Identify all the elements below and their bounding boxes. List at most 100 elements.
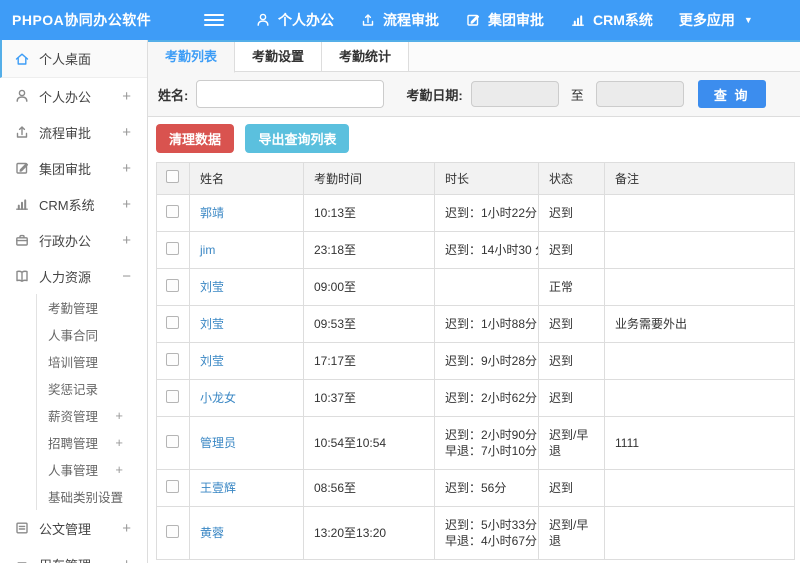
collapse-icon[interactable]: − (122, 268, 131, 285)
date-from-input[interactable] (470, 81, 559, 107)
sidebar-subitem-薪资管理[interactable]: 薪资管理 + (37, 402, 147, 429)
row-checkbox[interactable] (166, 389, 179, 403)
expand-icon[interactable]: + (122, 520, 131, 537)
row-checkbox[interactable] (166, 315, 179, 329)
name-filter-input[interactable] (196, 80, 385, 108)
table-row: jim 23:18至 迟到：14小时30 分迟到 (156, 231, 795, 269)
table-row: 刘莹 09:00至 正常 (156, 268, 795, 306)
sidebar-subitem-基础类别设置[interactable]: 基础类别设置 + (37, 483, 147, 510)
row-checkbox[interactable] (166, 434, 179, 448)
expand-icon[interactable]: + (122, 88, 131, 105)
sidebar-subitem-label: 人事管理 (48, 464, 99, 478)
status-badge: 迟到 (538, 231, 605, 269)
top-nav-item-4[interactable]: CRM系统 (570, 10, 653, 30)
sidebar-item-人力资源[interactable]: 人力资源 − (0, 258, 147, 294)
employee-name-link[interactable]: 刘莹 (189, 342, 304, 380)
sidebar-subitem-奖惩记录[interactable]: 奖惩记录 (37, 375, 147, 402)
attendance-table: 姓名 考勤时间 时长 状态 备注 郭靖 10:13至 迟到：1小时22分 迟到 jim 23:18… (156, 162, 795, 560)
tab-考勤列表[interactable]: 考勤列表 (148, 42, 236, 73)
duration: 迟到：14小时30 分 (434, 231, 539, 269)
expand-icon[interactable]: + (122, 124, 131, 141)
date-to-label: 至 (570, 87, 584, 103)
attendance-time: 10:13至 (303, 194, 435, 232)
expand-icon[interactable]: + (122, 160, 131, 177)
employee-name-link[interactable]: 小龙女 (189, 379, 304, 417)
sidebar-subitem-label: 基础类别设置 (48, 491, 124, 505)
sidebar-subitem-考勤管理[interactable]: 考勤管理 (37, 294, 147, 321)
table-row: 黄蓉 13:20至13:20 迟到：5小时33分 早退：4小时67分 迟到/早退 (156, 506, 795, 560)
tab-考勤设置[interactable]: 考勤设置 (235, 42, 323, 71)
date-filter-label: 考勤日期: (406, 87, 463, 103)
sidebar-item-CRM系统[interactable]: CRM系统 + (0, 186, 147, 222)
home-icon (14, 51, 39, 67)
sidebar-subitem-招聘管理[interactable]: 招聘管理 + (37, 429, 147, 456)
row-checkbox[interactable] (166, 479, 179, 493)
date-to-input[interactable] (595, 81, 684, 107)
sidebar-subitem-label: 培训管理 (48, 356, 99, 370)
employee-name-link[interactable]: 黄蓉 (189, 506, 304, 560)
attendance-time: 17:17至 (303, 342, 435, 380)
column-header-备注: 备注 (604, 162, 795, 195)
export-list-button[interactable]: 导出查询列表 (245, 124, 350, 153)
sidebar-item-个人办公[interactable]: 个人办公 + (0, 78, 147, 114)
top-nav-item-1[interactable]: 个人办公 (255, 10, 334, 30)
employee-name-link[interactable]: 王壹辉 (189, 469, 304, 507)
expand-icon[interactable]: + (115, 435, 123, 450)
row-checkbox[interactable] (166, 352, 179, 366)
duration: 迟到：2小时62分 (434, 379, 539, 417)
sidebar-subitem-人事管理[interactable]: 人事管理 + (37, 456, 147, 483)
book-icon (14, 268, 39, 284)
note (604, 506, 795, 560)
row-checkbox[interactable] (166, 524, 179, 538)
caret-down-icon: ▼ (743, 15, 753, 25)
row-checkbox[interactable] (166, 204, 179, 218)
tab-考勤统计[interactable]: 考勤统计 (322, 42, 410, 71)
sidebar-item-集团审批[interactable]: 集团审批 + (0, 150, 147, 186)
query-button[interactable]: 查 询 (697, 80, 766, 108)
attendance-time: 13:20至13:20 (303, 506, 435, 560)
expand-icon[interactable]: + (122, 556, 131, 563)
actions-bar: 清理数据 导出查询列表 (148, 117, 800, 160)
clear-data-button[interactable]: 清理数据 (156, 124, 235, 153)
top-nav-item-2[interactable]: 流程审批 (360, 10, 439, 30)
table-row: 郭靖 10:13至 迟到：1小时22分 迟到 (156, 194, 795, 232)
sidebar-item-公文管理[interactable]: 公文管理 + (0, 510, 147, 546)
sidebar-item-label: 人力资源 (39, 269, 92, 285)
sidebar-item-label: 行政办公 (39, 233, 92, 249)
sidebar: 个人桌面 个人办公 + 流程审批 + 集团审批 + CRM系统 + 行政办公 + 人力资源 − 考勤管理人… (0, 40, 148, 563)
employee-name-link[interactable]: 郭靖 (189, 194, 304, 232)
sidebar-item-流程审批[interactable]: 流程审批 + (0, 114, 147, 150)
sidebar-item-行政办公[interactable]: 行政办公 + (0, 222, 147, 258)
top-nav-item-5[interactable]: 更多应用 ▼ (679, 10, 753, 30)
expand-icon[interactable]: + (122, 196, 131, 213)
briefcase-icon (14, 232, 39, 248)
row-checkbox[interactable] (166, 241, 179, 255)
sidebar-item-用车管理[interactable]: 用车管理 + (0, 546, 147, 563)
employee-name-link[interactable]: jim (189, 231, 304, 269)
sidebar-subitem-人事合同[interactable]: 人事合同 (37, 321, 147, 348)
sidebar-item-个人桌面[interactable]: 个人桌面 (0, 40, 147, 78)
expand-icon[interactable]: + (122, 232, 131, 249)
employee-name-link[interactable]: 刘莹 (189, 305, 304, 343)
attendance-time: 09:53至 (303, 305, 435, 343)
expand-icon[interactable]: + (115, 489, 123, 504)
employee-name-link[interactable]: 刘莹 (189, 268, 304, 306)
bar-chart-icon (570, 12, 586, 28)
note: 1111 (604, 416, 795, 470)
top-nav-item-3[interactable]: 集团审批 (465, 10, 544, 30)
expand-icon[interactable]: + (115, 408, 123, 423)
expand-icon[interactable]: + (115, 462, 123, 477)
sidebar-subitem-培训管理[interactable]: 培训管理 (37, 348, 147, 375)
status-badge: 迟到 (538, 379, 605, 417)
row-checkbox[interactable] (166, 278, 179, 292)
table-row: 管理员 10:54至10:54 迟到：2小时90分 早退：7小时10分 迟到/早退 111… (156, 416, 795, 470)
employee-name-link[interactable]: 管理员 (189, 416, 304, 470)
name-filter-label: 姓名: (158, 87, 189, 103)
car-icon (14, 556, 39, 563)
workflow-icon (14, 124, 39, 140)
status-badge: 迟到/早退 (538, 506, 605, 560)
main-content: 考勤列表 考勤设置 考勤统计 姓名: 考勤日期: 至 查 询 清理数据 导出查询列表… (148, 40, 800, 560)
hamburger-icon[interactable] (204, 11, 224, 29)
status-badge: 迟到 (538, 194, 605, 232)
select-all-checkbox[interactable] (166, 170, 179, 183)
